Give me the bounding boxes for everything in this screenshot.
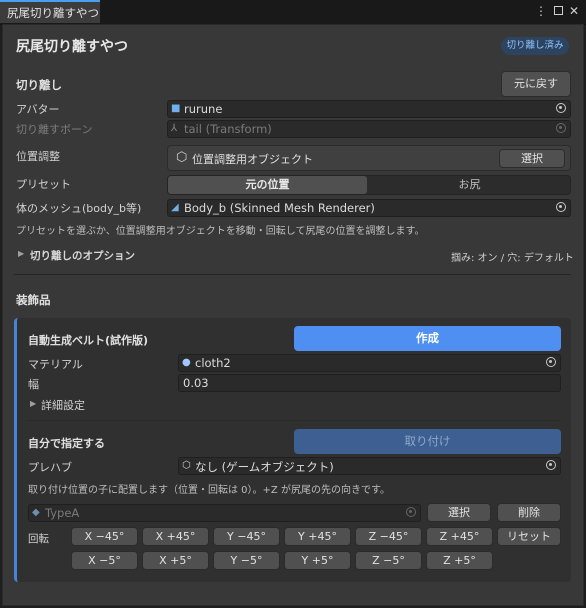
attach-button[interactable]: 取り付け bbox=[294, 429, 561, 454]
mesh-label: 体のメッシュ(body_b等) bbox=[16, 202, 142, 215]
type-field[interactable]: ◆ TypeA bbox=[28, 504, 421, 522]
material-field[interactable]: ● cloth2 bbox=[178, 354, 561, 372]
rotate-y-minus-45-button[interactable]: Y −45° bbox=[213, 527, 280, 546]
bone-label: 切り離すボーン bbox=[16, 123, 93, 136]
maximize-icon[interactable] bbox=[552, 4, 564, 18]
type-delete-button[interactable]: 削除 bbox=[497, 503, 561, 522]
manual-label: 自分で指定する bbox=[28, 437, 105, 450]
cube-icon: ⬡ bbox=[182, 460, 191, 471]
advanced-settings-foldout[interactable]: 詳細設定 bbox=[41, 397, 85, 413]
select-position-button[interactable]: 選択 bbox=[499, 149, 565, 168]
object-picker-icon[interactable] bbox=[406, 507, 416, 517]
preset-option-original[interactable]: 元の位置 bbox=[168, 176, 367, 194]
section-title-detach: 切り離し bbox=[16, 78, 62, 92]
object-picker-icon[interactable] bbox=[546, 460, 556, 470]
page-title: 尻尾切り離すやつ bbox=[16, 39, 128, 55]
chevron-right-icon[interactable]: ▶ bbox=[18, 249, 24, 258]
mesh-value: Body_b (Skinned Mesh Renderer) bbox=[184, 201, 375, 215]
type-placeholder: TypeA bbox=[45, 506, 80, 520]
avatar-object-icon: ■ bbox=[171, 103, 181, 114]
material-label: マテリアル bbox=[28, 358, 83, 371]
object-picker-icon bbox=[556, 123, 566, 133]
more-options-icon[interactable]: ⋮ bbox=[535, 4, 547, 18]
rotate-z-plus-5-button[interactable]: Z +5° bbox=[426, 551, 493, 570]
create-button[interactable]: 作成 bbox=[294, 326, 561, 351]
prefab-value: なし (ゲームオブジェクト) bbox=[195, 460, 334, 474]
rotate-y-minus-5-button[interactable]: Y −5° bbox=[213, 551, 280, 570]
rotate-x-minus-5-button[interactable]: X −5° bbox=[71, 551, 138, 570]
object-picker-icon[interactable] bbox=[546, 357, 556, 367]
detach-options-foldout[interactable]: 切り離しのオプション bbox=[30, 248, 135, 263]
detach-hint: プリセットを選ぶか、位置調整用オブジェクトを移動・回転して尻尾の位置を調整します… bbox=[16, 226, 425, 237]
rotate-label: 回転 bbox=[28, 533, 49, 545]
position-object-name: 位置調整用オブジェクト bbox=[192, 153, 313, 166]
preset-option-hip[interactable]: お尻 bbox=[370, 176, 569, 194]
revert-button[interactable]: 元に戻す bbox=[501, 71, 571, 97]
material-icon: ● bbox=[182, 357, 191, 368]
mesh-field[interactable]: ◢ Body_b (Skinned Mesh Renderer) bbox=[167, 199, 571, 217]
transform-icon: ⅄ bbox=[171, 123, 178, 134]
material-value: cloth2 bbox=[195, 356, 231, 370]
rotate-x-minus-45-button[interactable]: X −45° bbox=[71, 527, 138, 546]
type-select-button[interactable]: 選択 bbox=[427, 503, 491, 522]
manual-hint: 取り付け位置の子に配置します（位置・回転は 0）。+Z が尻尾の先の向きです。 bbox=[28, 485, 390, 496]
rotate-y-plus-45-button[interactable]: Y +45° bbox=[284, 527, 351, 546]
width-value: 0.03 bbox=[183, 376, 209, 390]
avatar-value: rurune bbox=[184, 102, 223, 116]
close-icon[interactable]: ✕ bbox=[568, 4, 580, 18]
auto-belt-label: 自動生成ベルト(試作版) bbox=[28, 334, 149, 347]
detach-options-summary: 掴み: オン / 穴: デフォルト bbox=[451, 253, 574, 264]
width-input[interactable]: 0.03 bbox=[178, 374, 561, 392]
bone-field: ⅄ tail (Transform) bbox=[167, 120, 571, 138]
rotate-x-plus-45-button[interactable]: X +45° bbox=[142, 527, 209, 546]
prefab-label: プレハブ bbox=[28, 461, 72, 474]
window-tab-title: 尻尾切り離すやつ bbox=[7, 6, 99, 20]
object-picker-icon[interactable] bbox=[556, 103, 566, 113]
cube-icon: ⬡ bbox=[176, 150, 188, 165]
rotate-y-plus-5-button[interactable]: Y +5° bbox=[284, 551, 351, 570]
avatar-field[interactable]: ■ rurune bbox=[167, 100, 571, 118]
preset-label: プリセット bbox=[16, 178, 71, 191]
position-label: 位置調整 bbox=[16, 150, 60, 163]
divider bbox=[14, 274, 571, 275]
rotate-z-minus-5-button[interactable]: Z −5° bbox=[355, 551, 422, 570]
rotate-z-minus-45-button[interactable]: Z −45° bbox=[355, 527, 422, 546]
section-title-decor: 装飾品 bbox=[16, 293, 51, 307]
skinned-mesh-icon: ◢ bbox=[171, 202, 179, 213]
prefab-icon: ◆ bbox=[32, 507, 40, 518]
divider bbox=[28, 420, 561, 421]
status-badge: 切り離し済み bbox=[501, 37, 569, 55]
rotate-reset-button[interactable]: リセット bbox=[497, 527, 561, 546]
width-label: 幅 bbox=[28, 378, 39, 391]
bone-value: tail (Transform) bbox=[184, 122, 272, 136]
rotate-z-plus-45-button[interactable]: Z +45° bbox=[426, 527, 493, 546]
rotate-x-plus-5-button[interactable]: X +5° bbox=[142, 551, 209, 570]
chevron-right-icon[interactable]: ▶ bbox=[30, 399, 36, 408]
prefab-field[interactable]: ⬡ なし (ゲームオブジェクト) bbox=[178, 457, 561, 475]
object-picker-icon[interactable] bbox=[556, 202, 566, 212]
avatar-label: アバター bbox=[16, 103, 60, 116]
window-tab[interactable]: 尻尾切り離すやつ bbox=[0, 0, 100, 23]
